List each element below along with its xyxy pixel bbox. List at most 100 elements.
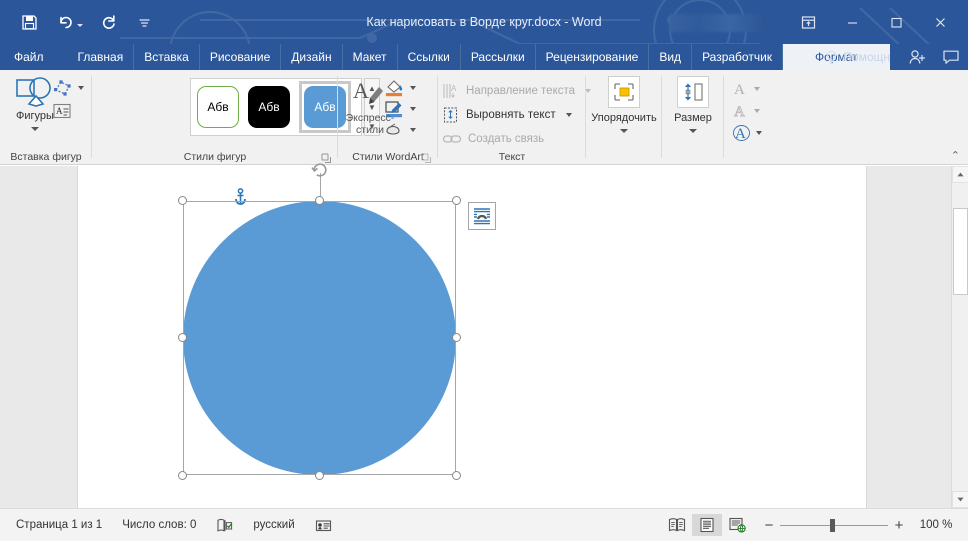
zoom-slider-knob[interactable] (830, 519, 835, 532)
tab-файл[interactable]: Файл (0, 44, 68, 70)
shape-style-swatch-0[interactable]: Абв (197, 86, 239, 128)
wordart-dialog-launcher[interactable] (421, 151, 432, 163)
size-button[interactable]: Размер (662, 76, 724, 133)
align-text-button[interactable]: Выровнять текст (442, 103, 592, 127)
arrange-button-label: Упорядочить (591, 112, 657, 124)
align-text-label: Выровнять текст (466, 109, 556, 121)
create-link-button[interactable]: Создать связь (442, 127, 592, 151)
tab-главная[interactable]: Главная (68, 44, 135, 70)
proofing-status-icon[interactable] (206, 513, 243, 537)
handle-top-center[interactable] (315, 196, 324, 205)
tab-ссылки[interactable]: Ссылки (398, 44, 461, 70)
vertical-scrollbar[interactable] (951, 166, 968, 508)
align-text-caret[interactable] (565, 113, 572, 117)
handle-top-left[interactable] (178, 196, 187, 205)
text-outline-caret[interactable] (754, 108, 760, 113)
undo-dropdown-caret[interactable] (77, 23, 83, 27)
tab-дизайн[interactable]: Дизайн (281, 44, 343, 70)
text-effects-caret[interactable] (756, 130, 762, 135)
handle-bottom-right[interactable] (452, 471, 461, 480)
scroll-up-button[interactable] (952, 166, 968, 183)
zoom-in-button[interactable]: + (888, 517, 910, 534)
text-outline-button[interactable]: A (732, 100, 772, 121)
ribbon-display-options-icon[interactable] (786, 8, 830, 36)
close-icon[interactable] (918, 8, 962, 36)
layout-options-button[interactable] (468, 202, 496, 230)
ribbon-group-insert-shapes: Фигуры A Вставка фигур (0, 70, 92, 165)
language-indicator[interactable]: русский (243, 513, 304, 537)
text-direction-button[interactable]: A Направление текста (442, 79, 592, 103)
view-print-layout-button[interactable] (692, 514, 722, 536)
accessibility-icon[interactable] (305, 513, 342, 537)
size-button-label: Размер (674, 112, 712, 124)
maximize-icon[interactable] (874, 8, 918, 36)
handle-bottom-center[interactable] (315, 471, 324, 480)
document-page[interactable] (77, 163, 867, 508)
text-box-button[interactable]: A (52, 102, 72, 120)
tab-рассылки[interactable]: Рассылки (461, 44, 536, 70)
arrange-icon-box (608, 76, 640, 108)
comments-icon[interactable] (934, 44, 968, 70)
shapes-icon (16, 77, 51, 107)
shapes-dropdown-caret[interactable] (31, 127, 39, 131)
arrange-dropdown-caret[interactable] (620, 129, 628, 133)
scrollbar-thumb[interactable] (953, 208, 968, 295)
edit-shape-button[interactable] (52, 78, 84, 98)
text-group-buttons: A Направление текста Выровнять текст Соз… (442, 79, 592, 151)
handle-top-right[interactable] (452, 196, 461, 205)
layout-options-icon (474, 208, 490, 225)
user-name-redacted (670, 14, 766, 32)
redo-icon[interactable] (97, 11, 119, 33)
tab-вид[interactable]: Вид (649, 44, 693, 70)
rotate-handle-icon[interactable] (310, 161, 329, 179)
arrange-icon (614, 83, 634, 101)
text-outline-icon: A (734, 103, 746, 119)
wordart-quick-styles-button[interactable]: A Экспресс- стили (342, 78, 398, 136)
view-read-mode-button[interactable] (662, 514, 692, 536)
tab-вставка[interactable]: Вставка (134, 44, 200, 70)
handle-bottom-left[interactable] (178, 471, 187, 480)
ribbon-group-shape-styles: Абв Абв Абв ▲ ▼ ▼ Стили фигур (92, 70, 416, 165)
undo-group[interactable] (54, 11, 83, 33)
svg-text:A: A (353, 78, 369, 103)
size-icon-box (677, 76, 709, 108)
ribbon-group-text: A Направление текста Выровнять текст Соз… (438, 70, 592, 165)
handle-middle-right[interactable] (452, 333, 461, 342)
share-icon[interactable] (900, 44, 934, 70)
collapse-ribbon-button[interactable]: ⌃ (951, 149, 960, 162)
lightbulb-icon (827, 50, 837, 64)
zoom-percentage[interactable]: 100 % (910, 519, 962, 531)
arrange-button[interactable]: Упорядочить (591, 76, 657, 133)
minimize-icon[interactable] (830, 8, 874, 36)
handle-middle-left[interactable] (178, 333, 187, 342)
shape-selection[interactable] (178, 163, 461, 480)
text-effects-icon: A (733, 124, 750, 142)
undo-icon[interactable] (54, 11, 76, 33)
text-fill-icon: A (734, 82, 745, 98)
status-bar-right: − + 100 % (662, 514, 962, 536)
svg-text:A: A (734, 82, 745, 98)
zoom-out-button[interactable]: − (758, 517, 780, 534)
text-effects-button[interactable]: A (732, 122, 772, 143)
zoom-slider[interactable] (780, 518, 888, 532)
align-text-icon (444, 107, 457, 123)
size-dropdown-caret[interactable] (689, 129, 697, 133)
shapes-button-label: Фигуры (16, 110, 54, 122)
tab-рецензирование[interactable]: Рецензирование (536, 44, 650, 70)
scroll-down-button[interactable] (952, 491, 968, 508)
tab-разработчик[interactable]: Разработчик (692, 44, 784, 70)
edit-shape-caret[interactable] (78, 86, 84, 90)
tab-рисование[interactable]: Рисование (200, 44, 282, 70)
text-fill-button[interactable]: A (732, 78, 772, 99)
view-web-layout-button[interactable] (722, 514, 752, 536)
text-fill-caret[interactable] (754, 86, 760, 91)
shape-style-swatch-1[interactable]: Абв (248, 86, 290, 128)
group-label-insert-shapes: Вставка фигур (10, 151, 82, 163)
tell-me-box[interactable]: Помощн (815, 44, 900, 70)
word-count[interactable]: Число слов: 0 (112, 513, 206, 537)
zoom-control: − + 100 % (758, 517, 962, 534)
tab-макет[interactable]: Макет (343, 44, 398, 70)
save-icon[interactable] (18, 11, 40, 33)
customize-qat-icon[interactable] (133, 11, 155, 33)
page-indicator[interactable]: Страница 1 из 1 (6, 513, 112, 537)
